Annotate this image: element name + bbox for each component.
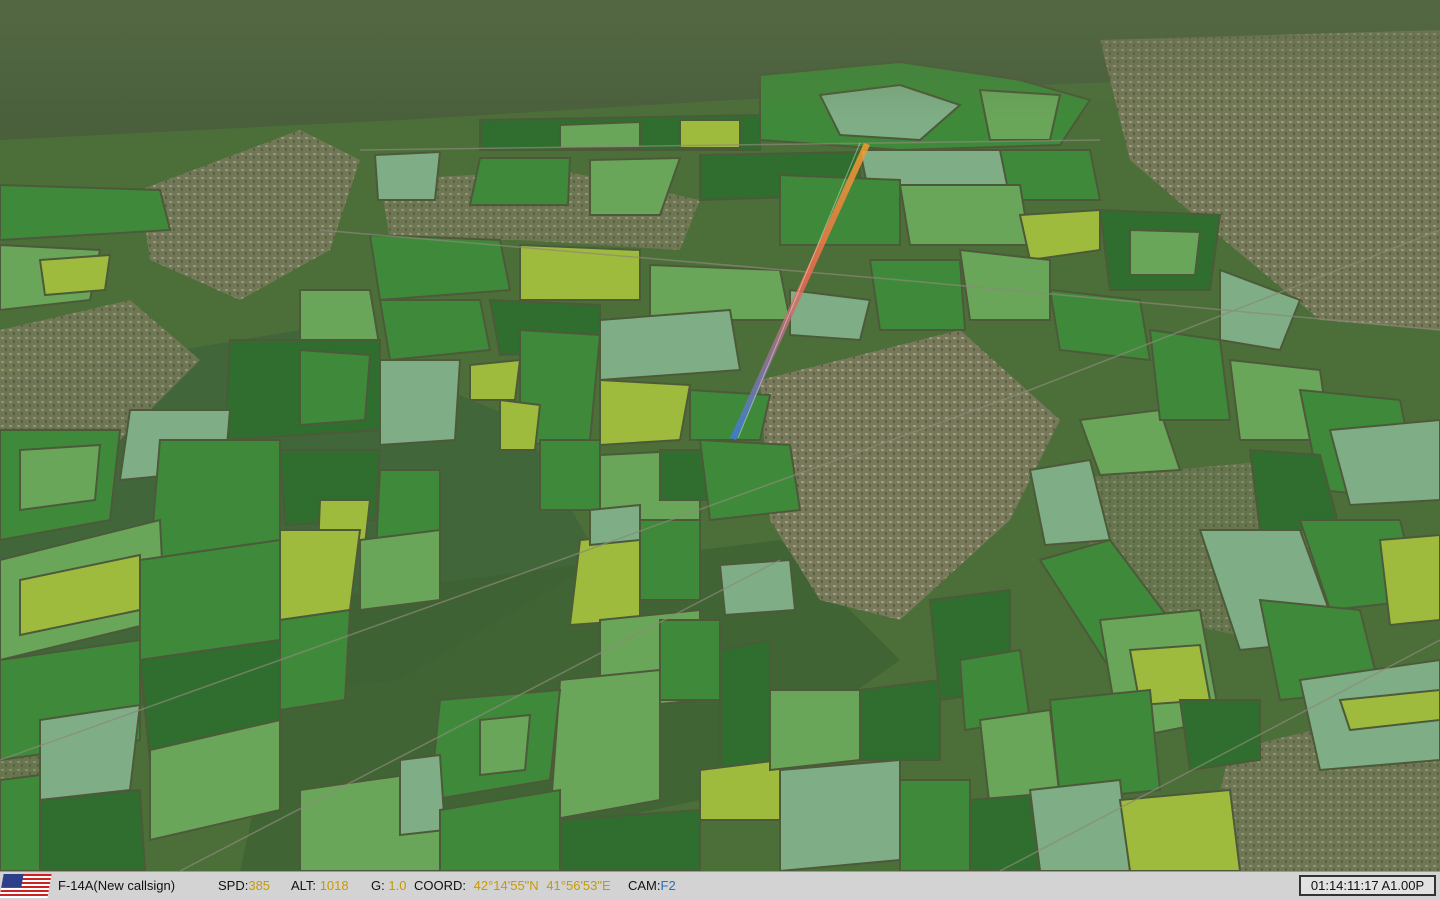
camera-readout: CAM:F2 xyxy=(628,879,676,893)
terrain-scene xyxy=(0,0,1440,871)
coord-lon: 41°56'53"E xyxy=(546,878,611,893)
status-bar: F-14A(New callsign) SPD:385 ALT: 1018 G:… xyxy=(0,871,1440,900)
cam-value: F2 xyxy=(660,878,676,893)
coord-lat: 42°14'55"N xyxy=(473,878,539,893)
g-readout: G: 1.0 xyxy=(371,879,406,893)
speed-readout: SPD:385 xyxy=(218,879,270,893)
3d-viewport[interactable] xyxy=(0,0,1440,871)
mission-clock: 01:14:11:17 A1.00P xyxy=(1299,875,1436,896)
speed-label: SPD: xyxy=(218,878,249,893)
callsign-text: F-14A(New callsign) xyxy=(58,878,176,893)
altitude-label: ALT: xyxy=(291,878,317,893)
coord-label: COORD: xyxy=(414,878,466,893)
g-value: 1.0 xyxy=(388,878,407,893)
us-flag-icon xyxy=(0,874,52,898)
coord-readout: COORD: 42°14'55"N 41°56'53"E xyxy=(414,879,611,893)
speed-value: 385 xyxy=(248,878,271,893)
altitude-value: 1018 xyxy=(319,878,349,893)
cam-label: CAM: xyxy=(628,878,661,893)
g-label: G: xyxy=(371,878,385,893)
altitude-readout: ALT: 1018 xyxy=(291,879,349,893)
